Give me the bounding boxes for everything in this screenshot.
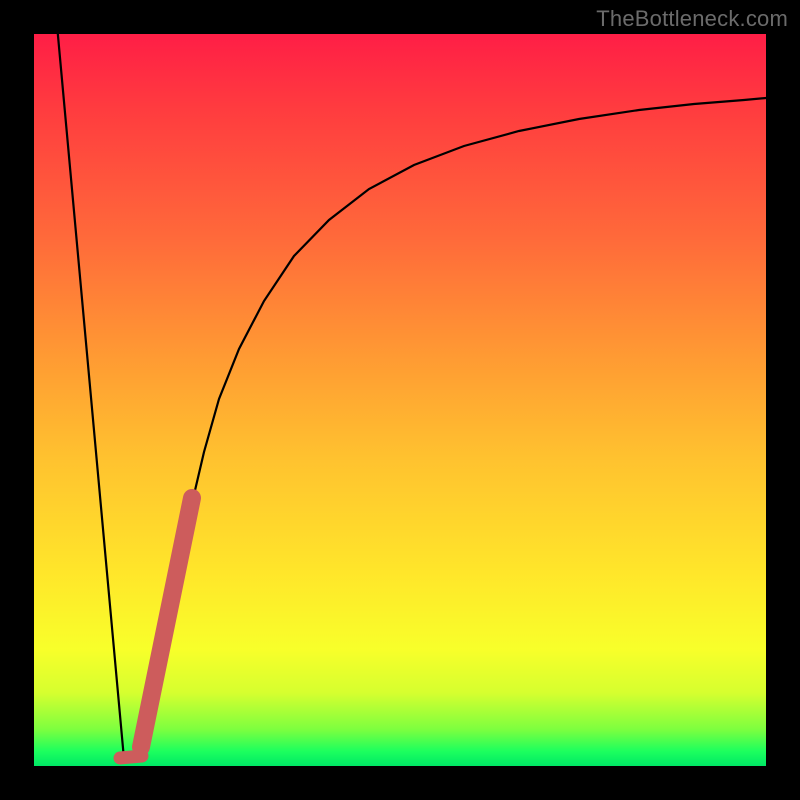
chart-svg [34, 34, 766, 766]
minimum-marker [120, 756, 142, 758]
plot-area [34, 34, 766, 766]
watermark-text: TheBottleneck.com [596, 6, 788, 32]
chart-frame: TheBottleneck.com [0, 0, 800, 800]
bottleneck-curve [138, 98, 766, 752]
left-steep-line [56, 14, 124, 759]
highlight-segment [141, 498, 192, 747]
